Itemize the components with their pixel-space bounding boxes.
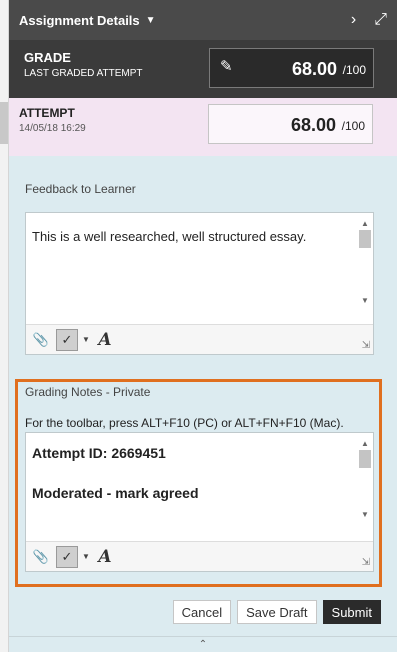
resize-handle-icon[interactable]: ⇲ [362,340,370,351]
attachment-icon[interactable]: 📎 [30,329,52,351]
grading-notes-toolbar: 📎 ✓ ▼ A [26,541,373,571]
scroll-down-icon[interactable]: ▼ [359,510,371,519]
left-edge-strip [0,0,9,652]
scroll-thumb[interactable] [359,450,371,468]
spellcheck-icon[interactable]: ✓ [56,545,78,568]
attempt-grade-input[interactable]: 68.00 /100 [208,104,373,144]
action-buttons: Cancel Save Draft Submit [172,600,381,624]
attempt-label: ATTEMPT [19,106,75,120]
pencil-icon[interactable]: ✎ [220,57,233,75]
feedback-toolbar: 📎 ✓ ▼ A [26,324,373,354]
grading-notes-label: Grading Notes - Private [25,385,151,399]
save-draft-button[interactable]: Save Draft [237,600,317,624]
grade-label: GRADE [24,50,71,65]
toolbar-hint: For the toolbar, press ALT+F10 (PC) or A… [25,416,344,430]
attempt-row: ATTEMPT 14/05/18 16:29 68.00 /100 [9,98,397,156]
attempt-date: 14/05/18 16:29 [19,123,86,134]
scroll-down-icon[interactable]: ▼ [359,296,371,305]
font-style-icon[interactable]: A [94,329,116,351]
chevron-down-icon[interactable]: ▼ [146,15,156,26]
resize-handle-icon[interactable]: ⇲ [362,557,370,568]
grading-notes-line2[interactable]: Moderated - mark agreed [32,485,199,501]
grade-max: /100 [342,63,366,77]
spellcheck-icon[interactable]: ✓ [56,328,78,351]
chevron-up-icon[interactable]: ⌃ [199,639,207,650]
cancel-button[interactable]: Cancel [172,600,232,624]
attempt-value: 68.00 [290,115,336,135]
feedback-editor[interactable]: This is a well researched, well structur… [25,212,374,355]
grade-value: 68.00 [291,59,337,79]
attempt-max: /100 [341,119,365,133]
font-style-icon[interactable]: A [94,546,116,568]
panel-title[interactable]: Assignment Details [19,13,140,28]
scroll-thumb[interactable] [359,230,371,248]
grade-sublabel: LAST GRADED ATTEMPT [24,68,143,79]
feedback-label: Feedback to Learner [25,182,136,196]
grade-value-box[interactable]: ✎ 68.00 /100 [209,48,374,88]
grading-notes-scrollbar[interactable]: ▲ ▼ [359,439,371,519]
submit-button[interactable]: Submit [322,600,381,624]
scroll-up-icon[interactable]: ▲ [359,219,371,228]
spellcheck-dropdown-icon[interactable]: ▼ [82,335,90,344]
grading-notes-line1[interactable]: Attempt ID: 2669451 [32,445,166,461]
scroll-up-icon[interactable]: ▲ [359,439,371,448]
feedback-text[interactable]: This is a well researched, well structur… [32,229,306,244]
attachment-icon[interactable]: 📎 [30,546,52,568]
panel-footer: ⌃ [9,636,397,652]
expand-icon[interactable]: ⤢ [374,11,387,29]
assignment-details-panel: Assignment Details ▼ › ⤢ GRADE LAST GRAD… [9,0,397,652]
feedback-scrollbar[interactable]: ▲ ▼ [359,219,371,305]
chevron-right-icon[interactable]: › [351,11,356,29]
left-edge-marker [0,102,8,144]
grade-row: GRADE LAST GRADED ATTEMPT ✎ 68.00 /100 [9,40,397,98]
grading-notes-editor[interactable]: Attempt ID: 2669451 Moderated - mark agr… [25,432,374,572]
panel-header: Assignment Details ▼ › ⤢ [9,0,397,40]
spellcheck-dropdown-icon[interactable]: ▼ [82,552,90,561]
